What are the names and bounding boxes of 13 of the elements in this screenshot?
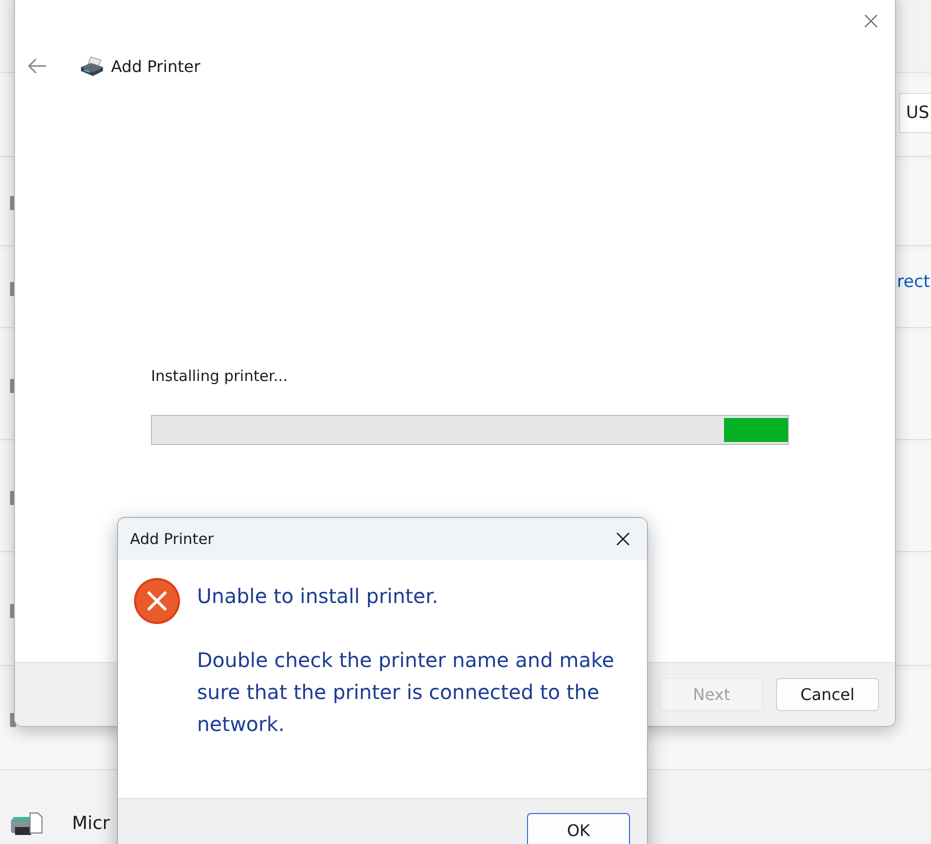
back-arrow-icon[interactable] — [27, 58, 47, 74]
window-title: Add Printer — [111, 56, 200, 76]
error-heading: Unable to install printer. — [197, 583, 440, 610]
printer-name: Micr — [72, 813, 110, 834]
error-message: Double check the printer name and make sure that the printer is connected to the network. — [197, 647, 616, 738]
dropdown-field[interactable]: US — [899, 93, 931, 133]
ok-button[interactable]: OK — [527, 813, 630, 844]
close-icon[interactable] — [615, 531, 631, 547]
status-text: Installing printer... — [151, 367, 288, 385]
dialog-title: Add Printer — [130, 530, 214, 548]
cancel-button[interactable]: Cancel — [776, 678, 879, 711]
error-icon — [133, 577, 181, 625]
link[interactable]: rect — [896, 272, 930, 292]
